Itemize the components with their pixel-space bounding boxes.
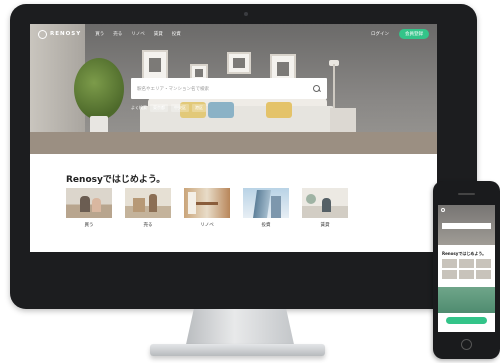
tag-chip[interactable]: 中央区 — [171, 104, 189, 112]
floor — [30, 132, 437, 154]
login-link[interactable]: ログイン — [371, 31, 389, 37]
hero-image: RENOSY 買う 売る リノベ 賃貸 投資 ログイン 会員登録 駅名やエリア・… — [30, 24, 437, 154]
wall-frame — [227, 52, 251, 74]
imac-stand — [185, 309, 295, 349]
home-button[interactable] — [461, 339, 472, 350]
search-bar[interactable]: 駅名やエリア・マンション名で検索 — [131, 78, 327, 99]
mobile-search-bar[interactable] — [442, 223, 491, 229]
mobile-nav — [441, 207, 492, 213]
popular-tags: よく検索 東京都 中央区 港区 — [131, 104, 206, 112]
top-nav: RENOSY 買う 売る リノベ 賃貸 投資 ログイン 会員登録 — [30, 24, 437, 44]
mobile-category-grid — [442, 259, 491, 279]
smartphone: Renosyではじめよう。 — [433, 181, 500, 359]
pillow — [266, 102, 292, 118]
category-label: 買う — [84, 223, 94, 228]
nav-links: 買う 売る リノベ 賃貸 投資 — [95, 31, 181, 37]
phone-speaker — [458, 193, 475, 195]
mobile-category-tile[interactable] — [442, 259, 457, 268]
mobile-cta-button[interactable] — [446, 317, 487, 324]
category-label: リノベ — [200, 223, 214, 228]
nav-link[interactable]: 賃貸 — [154, 31, 163, 37]
section-heading: Renosyではじめよう。 — [66, 175, 166, 185]
mobile-screen: Renosyではじめよう。 — [438, 205, 495, 332]
investment-photo — [243, 188, 289, 218]
logo[interactable]: RENOSY — [38, 29, 82, 39]
category-label: 売る — [143, 223, 153, 228]
category-card-investment[interactable]: 投資 — [243, 188, 289, 228]
wall-frame — [142, 50, 168, 80]
rent-photo — [302, 188, 348, 218]
search-input[interactable]: 駅名やエリア・マンション名で検索 — [137, 86, 313, 92]
buy-photo — [66, 188, 112, 218]
camera-icon — [244, 12, 248, 16]
plant — [74, 58, 124, 120]
mobile-category-tile[interactable] — [442, 270, 457, 279]
category-card-rent[interactable]: 賃貸 — [302, 188, 348, 228]
sell-photo — [125, 188, 171, 218]
device-mockup: RENOSY 買う 売る リノベ 賃貸 投資 ログイン 会員登録 駅名やエリア・… — [0, 0, 500, 363]
category-label: 賃貸 — [320, 223, 330, 228]
logo-icon — [38, 29, 47, 39]
nav-actions: ログイン 会員登録 — [371, 29, 429, 39]
desktop-screen: RENOSY 買う 売る リノベ 賃貸 投資 ログイン 会員登録 駅名やエリア・… — [30, 24, 437, 252]
imac-stand-base — [150, 344, 325, 356]
nav-link[interactable]: 買う — [95, 31, 104, 37]
signup-button[interactable]: 会員登録 — [399, 29, 429, 39]
mobile-heading: Renosyではじめよう。 — [442, 251, 487, 256]
lamp-pole — [333, 64, 335, 108]
logo-text: RENOSY — [50, 31, 82, 37]
category-card-sell[interactable]: 売る — [125, 188, 171, 228]
tag-chip[interactable]: 港区 — [192, 104, 206, 112]
category-card-buy[interactable]: 買う — [66, 188, 112, 228]
mobile-category-tile[interactable] — [476, 270, 491, 279]
tags-label: よく検索 — [131, 105, 147, 110]
tag-chip[interactable]: 東京都 — [150, 104, 168, 112]
mobile-hero — [438, 205, 495, 245]
category-list: 買う 売る リノベ 投資 賃貸 — [66, 188, 348, 228]
renovation-photo — [184, 188, 230, 218]
search-icon[interactable] — [313, 84, 321, 93]
category-card-renovation[interactable]: リノベ — [184, 188, 230, 228]
mobile-category-tile[interactable] — [459, 259, 474, 268]
nav-link[interactable]: 投資 — [172, 31, 181, 37]
mobile-category-tile[interactable] — [459, 270, 474, 279]
mobile-category-tile[interactable] — [476, 259, 491, 268]
logo-icon[interactable] — [441, 208, 445, 212]
nav-link[interactable]: 売る — [113, 31, 122, 37]
pillow — [208, 102, 234, 118]
nav-link[interactable]: リノベ — [131, 31, 145, 37]
mobile-banner[interactable] — [438, 287, 495, 313]
category-label: 投資 — [261, 223, 271, 228]
